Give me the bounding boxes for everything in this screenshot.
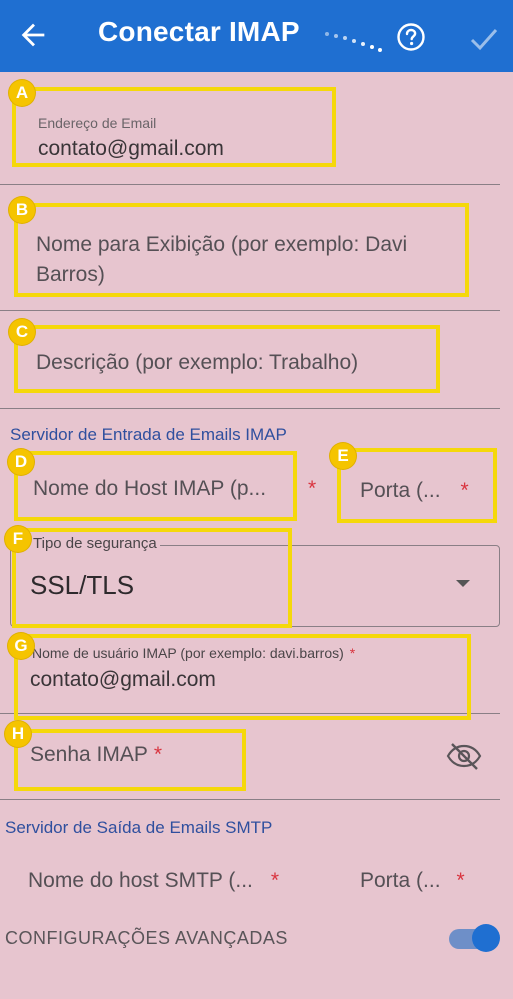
marker-box-f (12, 528, 292, 628)
imap-host-required-mark: * (308, 477, 317, 500)
advanced-settings-toggle-thumb[interactable] (472, 924, 500, 952)
app-bar: Conectar IMAP (0, 0, 513, 72)
advanced-settings-label: CONFIGURAÇÕES AVANÇADAS (5, 928, 288, 948)
caret-down-icon[interactable] (456, 580, 470, 587)
smtp-host-hint: Nome do host SMTP (... (28, 869, 253, 892)
marker-badge-e: E (330, 443, 356, 469)
imap-password-underline (0, 799, 500, 800)
marker-box-h (14, 729, 246, 791)
marker-badge-f: F (5, 526, 31, 552)
marker-box-b (14, 203, 469, 297)
check-icon[interactable] (468, 24, 500, 54)
description-underline (0, 408, 500, 409)
help-circle-icon[interactable] (396, 22, 426, 52)
marker-badge-c: C (9, 319, 35, 345)
eye-off-icon[interactable] (445, 740, 483, 772)
email-underline (0, 184, 500, 185)
marker-badge-g: G (8, 633, 34, 659)
marker-box-d (14, 451, 297, 521)
section-outgoing-smtp: Servidor de Saída de Emails SMTP (5, 818, 273, 837)
marker-box-e (337, 448, 497, 523)
arrow-left-icon[interactable] (16, 18, 50, 52)
section-incoming-imap: Servidor de Entrada de Emails IMAP (10, 425, 287, 444)
page-title: Conectar IMAP (98, 16, 300, 47)
marker-badge-b: B (9, 197, 35, 223)
marker-box-c (14, 325, 440, 393)
marker-badge-a: A (9, 80, 35, 106)
marker-box-a (12, 87, 336, 167)
marker-badge-d: D (8, 449, 34, 475)
smtp-port-field[interactable]: Porta (... * (360, 866, 465, 896)
loading-indicator-icon (325, 32, 382, 52)
marker-badge-h: H (5, 721, 31, 747)
smtp-host-field[interactable]: Nome do host SMTP (... * (28, 866, 279, 896)
marker-box-g (14, 634, 471, 720)
display-name-underline (0, 310, 500, 311)
smtp-port-hint: Porta (... (360, 869, 441, 892)
